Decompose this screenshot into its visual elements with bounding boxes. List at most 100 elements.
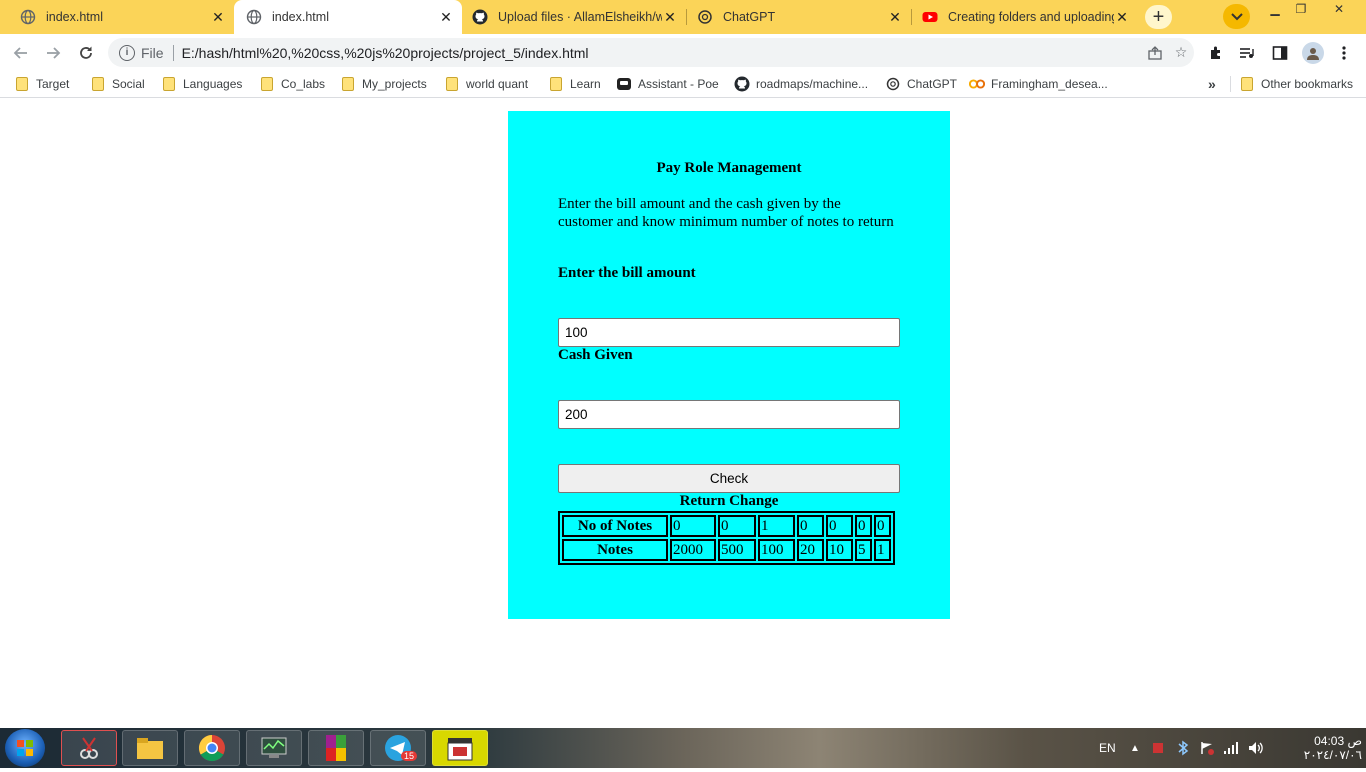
clapperboard-icon [447, 738, 473, 761]
youtube-icon [922, 9, 938, 25]
check-button[interactable]: Check [558, 464, 900, 493]
minimize-button[interactable]: ▁ [1263, 0, 1287, 18]
taskbar-telegram[interactable]: 15 [370, 730, 426, 766]
chrome-icon [198, 734, 225, 762]
bookmark-social[interactable]: Social [92, 75, 145, 93]
note-count-cell: 0 [797, 515, 824, 537]
cash-given-label: Cash Given [558, 347, 633, 363]
tab-1-active[interactable]: index.html ✕ [234, 0, 462, 34]
bookmark-chatgpt[interactable]: ChatGPT [885, 75, 957, 93]
github-icon [734, 76, 750, 92]
bookmark-learn[interactable]: Learn [550, 75, 601, 93]
bookmark-poe[interactable]: Assistant - Poe [616, 75, 719, 93]
tab-title: Upload files · AllamElsheikh/w [498, 10, 662, 24]
menu-kebab-icon[interactable] [1334, 43, 1354, 63]
cash-given-input[interactable] [558, 400, 900, 429]
back-button[interactable] [8, 40, 34, 66]
info-icon[interactable]: i [119, 44, 135, 61]
folder-icon [163, 77, 175, 91]
bill-amount-input[interactable] [558, 318, 900, 347]
note-value-cell: 2000 [670, 539, 716, 561]
media-queue-icon[interactable] [1237, 43, 1257, 63]
profile-avatar[interactable] [1302, 42, 1324, 64]
taskbar-file-explorer[interactable] [122, 730, 178, 766]
folder-icon [137, 738, 163, 759]
tab-0[interactable]: index.html ✕ [0, 0, 234, 34]
clock[interactable]: 04:03 ص ٢٠٢٤/٠٧/٠٦ [1278, 728, 1362, 768]
bookmark-co-labs[interactable]: Co_labs [261, 75, 325, 93]
bookmark-languages[interactable]: Languages [163, 75, 242, 93]
archive-icon [326, 735, 346, 761]
bookmark-roadmaps[interactable]: roadmaps/machine... [734, 75, 868, 93]
bookmarks-overflow-button[interactable]: » [1208, 75, 1216, 93]
bookmark-my-projects[interactable]: My_projects [342, 75, 427, 93]
folder-icon [16, 77, 28, 91]
folder-icon [342, 77, 354, 91]
taskbar-winrar[interactable] [308, 730, 364, 766]
bookmark-label: Target [36, 77, 70, 91]
bluetooth-icon[interactable] [1177, 728, 1189, 768]
bookmark-label: Assistant - Poe [638, 77, 719, 91]
close-icon[interactable]: ✕ [1114, 9, 1130, 26]
close-icon[interactable]: ✕ [438, 9, 454, 26]
browser-toolbar: i File E:/hash/html%20,%20css,%20js%20pr… [0, 34, 1366, 71]
divider [1230, 76, 1231, 92]
monitor-icon [261, 737, 287, 758]
close-icon[interactable]: ✕ [210, 9, 226, 26]
language-indicator[interactable]: EN [1099, 728, 1116, 768]
flag-icon[interactable] [1200, 728, 1214, 768]
note-count-cell: 0 [718, 515, 756, 537]
volume-icon[interactable] [1248, 728, 1264, 768]
tab-2[interactable]: Upload files · AllamElsheikh/w ✕ [462, 0, 686, 34]
tab-search-button[interactable] [1223, 4, 1250, 29]
change-table: No of Notes 0 0 1 0 0 0 0 Notes 2000 500… [558, 511, 895, 565]
tab-title: ChatGPT [723, 10, 776, 24]
tray-security-icon[interactable] [1151, 728, 1165, 768]
bookmark-framingham[interactable]: Framingham_desea... [969, 75, 1108, 93]
bookmark-label: Social [112, 77, 145, 91]
taskbar-snipping-tool[interactable] [61, 730, 117, 766]
address-bar[interactable]: i File E:/hash/html%20,%20css,%20js%20pr… [108, 38, 1194, 67]
scissors-icon [80, 737, 98, 759]
page-viewport: Pay Role Management Enter the bill amoun… [0, 99, 1366, 728]
maximize-button[interactable]: ❐ [1289, 0, 1313, 18]
taskbar-chrome[interactable] [184, 730, 240, 766]
plus-icon: + [1152, 5, 1165, 28]
folder-icon [550, 77, 562, 91]
new-tab-button[interactable]: + [1145, 5, 1172, 29]
reload-icon [80, 46, 92, 59]
network-signal-icon[interactable] [1223, 728, 1239, 768]
return-change-heading: Return Change [679, 493, 779, 509]
tray-overflow-icon[interactable]: ▲ [1130, 728, 1140, 768]
tab-4[interactable]: Creating folders and uploading ✕ [912, 0, 1138, 34]
url-text[interactable]: E:/hash/html%20,%20css,%20js%20projects/… [182, 45, 1142, 61]
side-panel-icon[interactable] [1270, 43, 1290, 63]
taskbar-media-player[interactable] [432, 730, 488, 766]
close-icon[interactable]: ✕ [662, 9, 678, 26]
extensions-icon[interactable] [1206, 43, 1226, 63]
bookmark-world-quant[interactable]: world quant [446, 75, 528, 93]
other-bookmarks[interactable]: Other bookmarks [1241, 75, 1353, 93]
taskbar-system-monitor[interactable] [246, 730, 302, 766]
folder-icon [1241, 77, 1253, 91]
bill-amount-label: Enter the bill amount [558, 265, 696, 281]
window-close-button[interactable]: ✕ [1318, 0, 1360, 18]
close-icon[interactable]: ✕ [887, 9, 903, 26]
share-icon[interactable] [1142, 45, 1168, 60]
tab-3[interactable]: ChatGPT ✕ [687, 0, 911, 34]
bookmark-star-icon[interactable]: ☆ [1168, 44, 1194, 61]
forward-button[interactable] [40, 40, 66, 66]
clock-date: ٢٠٢٤/٠٧/٠٦ [1303, 748, 1362, 762]
bookmark-label: roadmaps/machine... [756, 77, 869, 91]
reload-button[interactable] [73, 40, 99, 66]
clock-time: 04:03 ص [1314, 734, 1362, 748]
table-row: Notes 2000 500 100 20 10 5 1 [562, 539, 891, 561]
start-button[interactable] [5, 729, 45, 767]
bookmark-label: Languages [183, 77, 243, 91]
bookmark-label: Learn [570, 77, 601, 91]
poe-icon [616, 76, 632, 92]
colab-icon [969, 76, 985, 92]
bookmark-target[interactable]: Target [16, 75, 69, 93]
row-header-notes: Notes [562, 539, 668, 561]
folder-icon [92, 77, 104, 91]
